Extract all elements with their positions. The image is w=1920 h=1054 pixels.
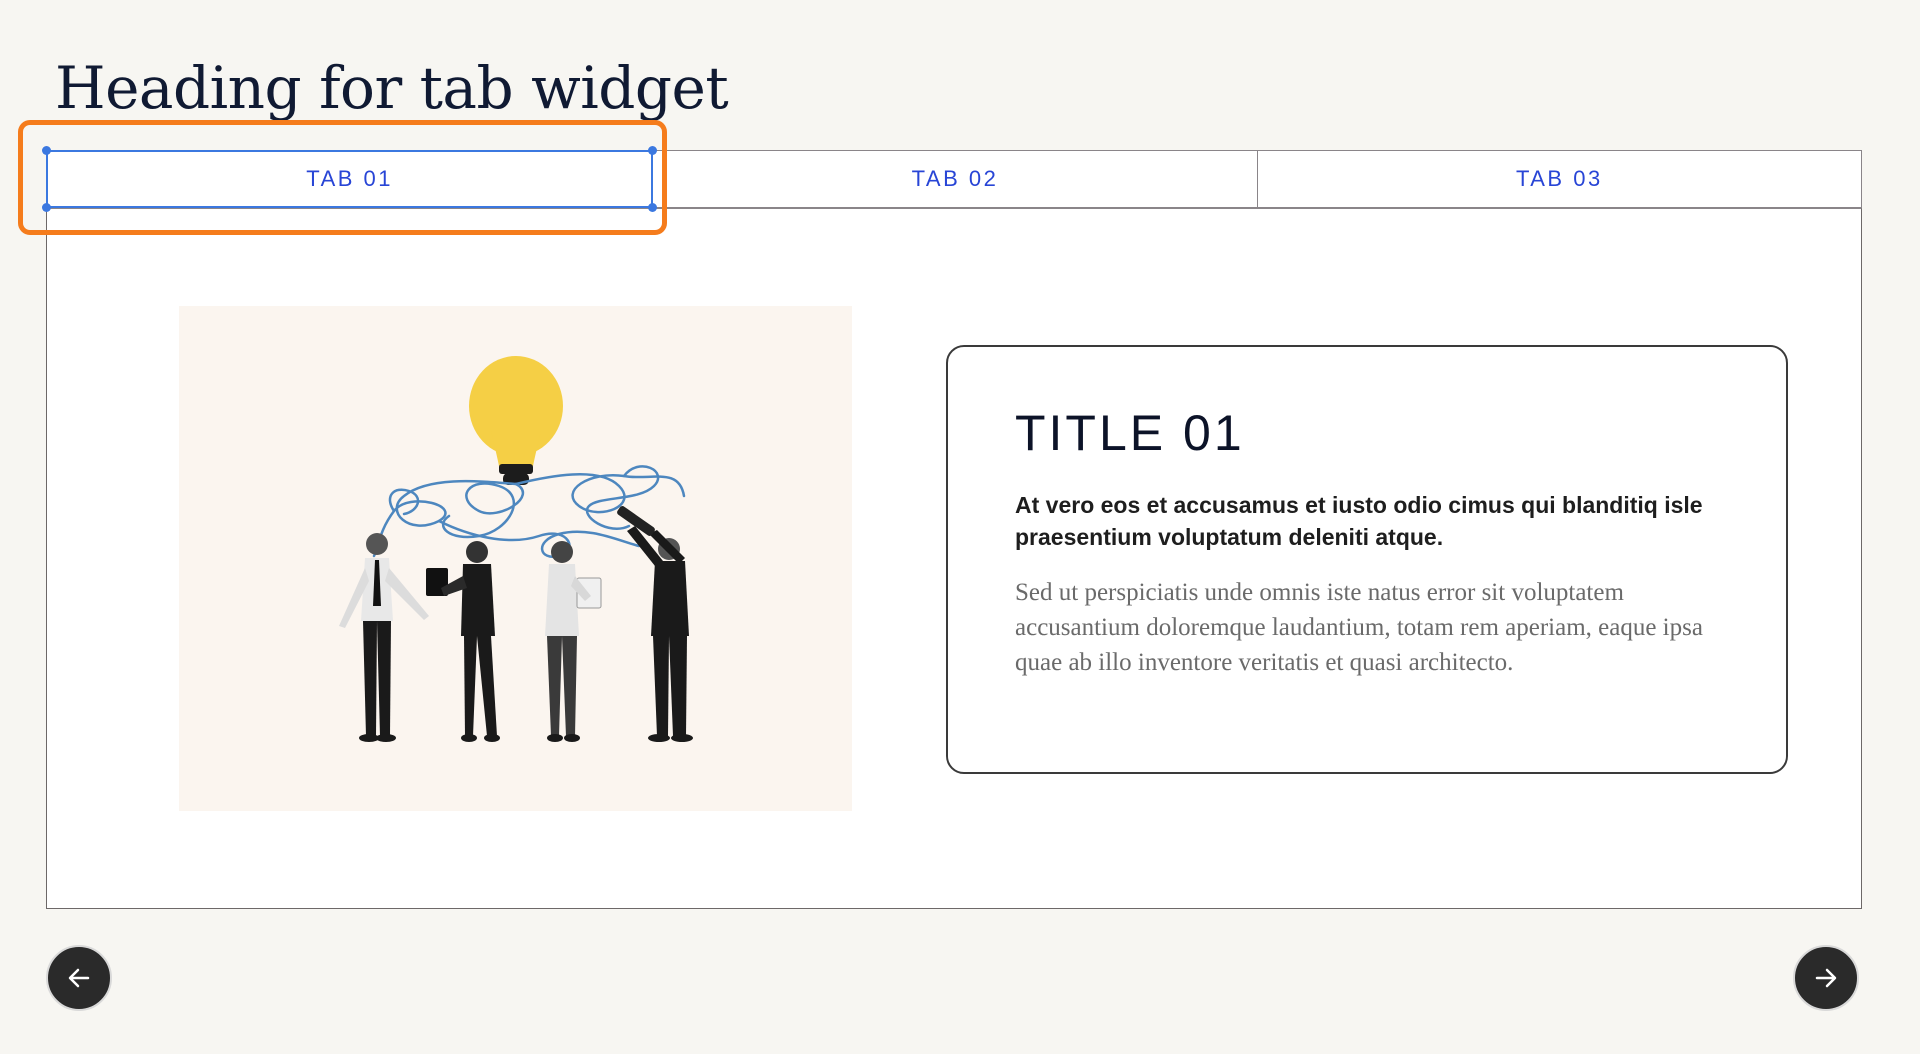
arrow-left-icon [68, 968, 90, 988]
tab-01[interactable]: TAB 01 [42, 146, 658, 212]
tab-03-label: TAB 03 [1515, 166, 1603, 191]
card-body-text: Sed ut perspiciatis unde omnis iste natu… [1015, 579, 1703, 676]
card-title: TITLE 01 [1015, 405, 1245, 461]
page-heading: Heading for tab widget [55, 54, 729, 122]
tab-02[interactable]: TAB 02 [653, 150, 1258, 208]
card-lead-text: At vero eos et accusamus et iusto odio c… [1015, 492, 1703, 550]
next-button[interactable] [1793, 945, 1859, 1011]
arrow-right-icon [1815, 968, 1837, 988]
tab-03[interactable]: TAB 03 [1257, 150, 1862, 208]
tab-01-label: TAB 01 [306, 166, 394, 191]
content-card: TITLE 01 At vero eos et accusamus et ius… [946, 345, 1788, 774]
tab-bar: TAB 01 TAB 02 TAB 03 [42, 146, 1862, 212]
selection-handle-bottom-left[interactable] [42, 203, 51, 212]
selection-handle-top-left[interactable] [42, 146, 51, 155]
tab-widget-page: Heading for tab widget TAB 01 TAB 02 TAB… [0, 0, 1920, 1054]
previous-button[interactable] [46, 945, 112, 1011]
lightbulb-team-illustration-icon [179, 306, 852, 811]
tab-panel: TITLE 01 At vero eos et accusamus et ius… [46, 208, 1862, 909]
tab-02-label: TAB 02 [911, 166, 999, 191]
